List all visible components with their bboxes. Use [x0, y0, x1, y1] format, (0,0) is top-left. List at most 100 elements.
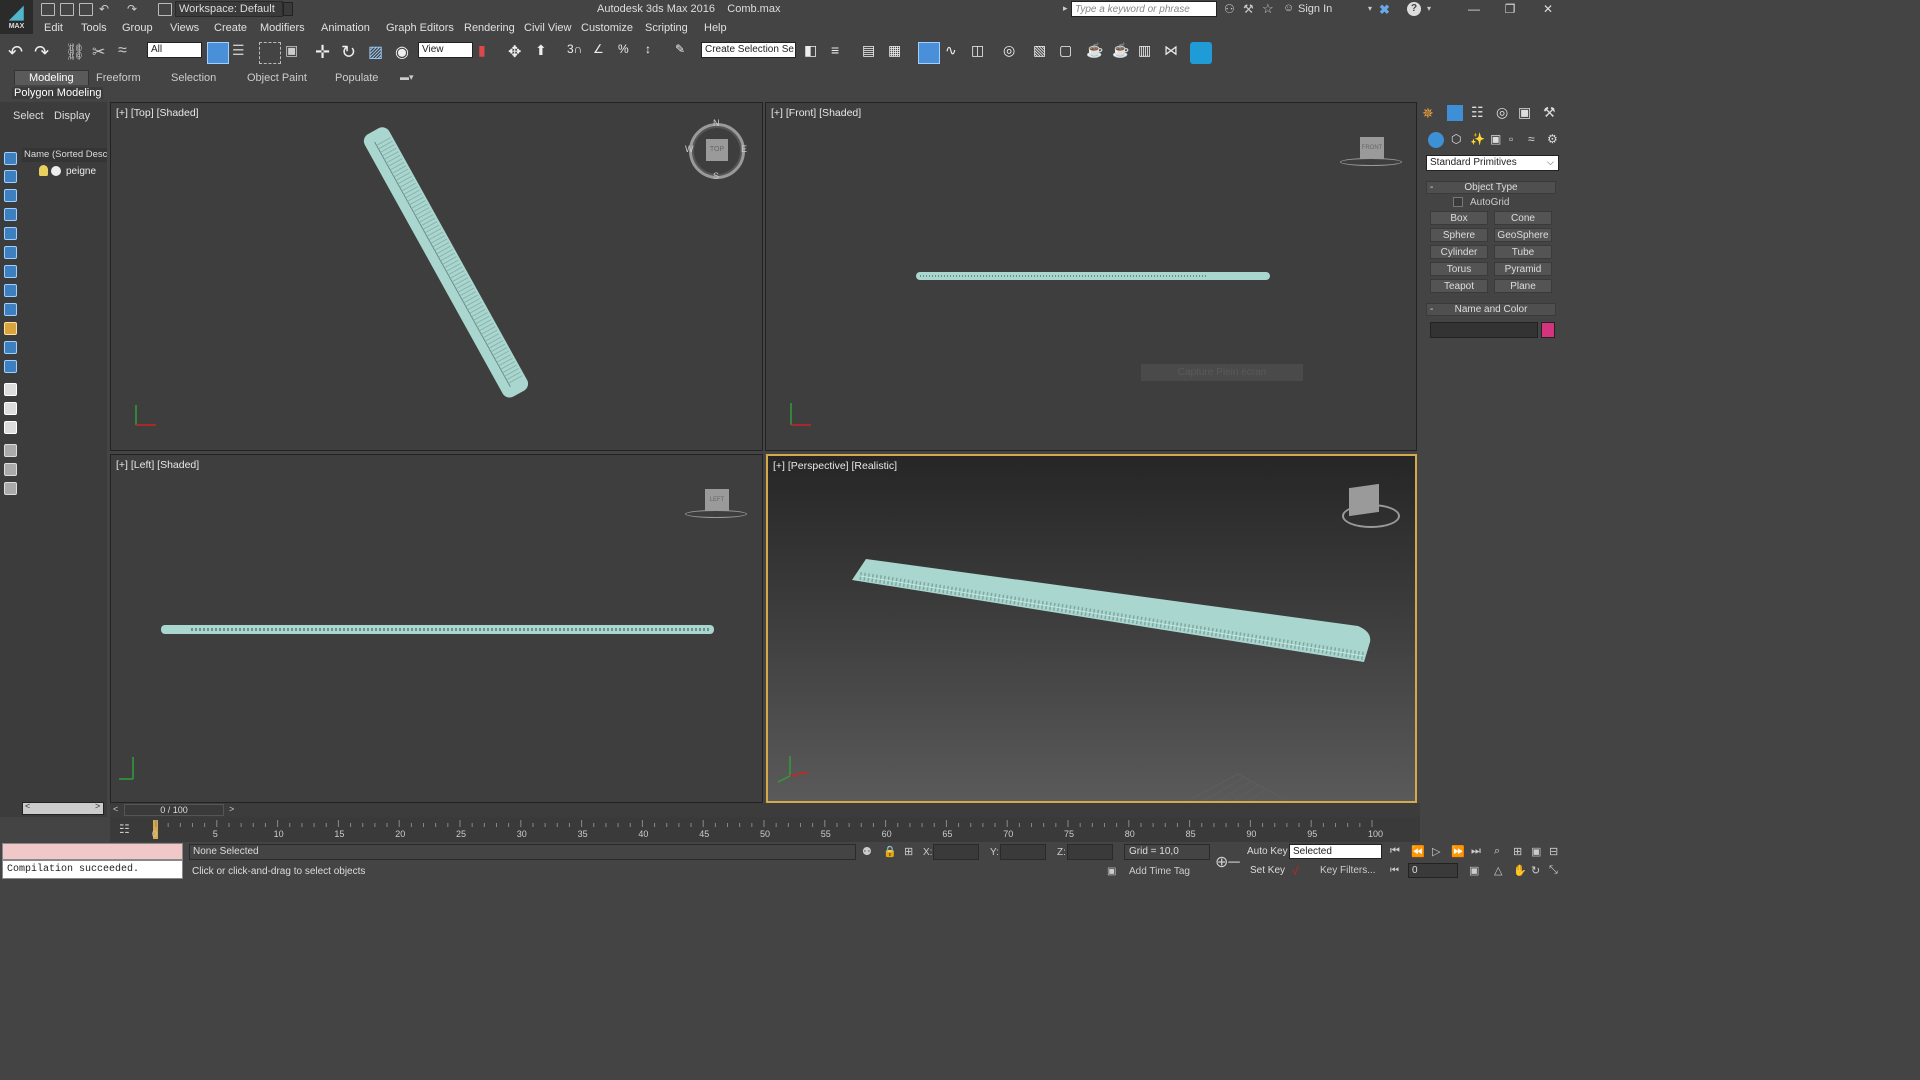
favorites-star-icon[interactable]: ☆ — [1262, 1, 1274, 17]
toggle-ribbon-icon[interactable]: ▦ — [888, 42, 910, 64]
menu-edit[interactable]: Edit — [44, 22, 63, 34]
activeshade-icon[interactable]: ▥ — [1138, 42, 1160, 64]
utilities-panel-icon[interactable]: ⚒ — [1543, 104, 1556, 121]
find-icon[interactable] — [4, 463, 17, 476]
field-of-view-icon[interactable]: △ — [1494, 864, 1502, 877]
search-expand-icon[interactable]: ▸ — [1063, 3, 1068, 14]
scene-explorer-display-menu[interactable]: Display — [54, 110, 90, 122]
viewcube-front[interactable]: FRONT — [1360, 137, 1384, 159]
shapes-category-icon[interactable]: ⬡ — [1451, 132, 1461, 146]
systems-category-icon[interactable]: ⚙ — [1547, 132, 1558, 146]
display-panel-icon[interactable]: ▣ — [1518, 104, 1531, 121]
primitive-sphere-button[interactable]: Sphere — [1430, 228, 1488, 242]
lights-category-icon[interactable]: ✨ — [1470, 132, 1485, 146]
display-geometry-icon[interactable] — [4, 170, 17, 183]
go-to-start-icon[interactable]: ⏮ — [1390, 845, 1400, 858]
ribbon-panel-polygon-modeling[interactable]: Polygon Modeling — [12, 87, 104, 99]
light-bulb-icon[interactable] — [39, 165, 48, 176]
space-warps-category-icon[interactable]: ≈ — [1528, 132, 1535, 146]
menu-views[interactable]: Views — [170, 22, 199, 34]
select-and-scale-icon[interactable]: ▨ — [368, 42, 390, 64]
help-arrow-icon[interactable]: ▾ — [1427, 4, 1431, 13]
maximize-viewport-icon[interactable]: ⤡ — [1549, 864, 1558, 877]
binoculars-icon[interactable]: ⚇ — [1224, 2, 1235, 16]
time-configuration-icon[interactable]: ▣ — [1469, 864, 1479, 877]
ribbon-tab-freeform[interactable]: Freeform — [96, 72, 141, 84]
create-panel-icon[interactable]: ✵ — [1422, 105, 1434, 122]
window-crossing-icon[interactable]: ▣ — [285, 42, 307, 64]
save-file-icon[interactable] — [79, 3, 93, 16]
curve-editor-icon[interactable]: ∿ — [945, 42, 967, 64]
menu-animation[interactable]: Animation — [321, 22, 370, 34]
key-mode-dropdown[interactable]: Selected — [1289, 844, 1382, 859]
minimize-button[interactable]: — — [1456, 0, 1492, 19]
unlink-selection-icon[interactable]: ✂ — [92, 42, 114, 64]
undo-small-icon[interactable]: ↶ — [99, 2, 109, 16]
scene-explorer-toggle-icon[interactable] — [918, 42, 940, 64]
display-space-warps-icon[interactable] — [4, 265, 17, 278]
render-in-cloud-icon[interactable]: ⋈ — [1164, 42, 1186, 64]
named-selection-dropdown[interactable]: Create Selection Se — [701, 42, 796, 58]
render-setup-icon[interactable]: ▧ — [1033, 42, 1055, 64]
maximize-button[interactable]: ❐ — [1492, 0, 1528, 19]
current-frame-field[interactable]: 0 — [1408, 863, 1458, 878]
spinner-snap-icon[interactable]: ↕ — [645, 42, 667, 64]
select-and-move-icon[interactable]: ✛ — [315, 42, 337, 64]
modify-panel-icon[interactable] — [1447, 105, 1463, 121]
ribbon-tab-selection[interactable]: Selection — [171, 72, 216, 84]
angle-snap-icon[interactable]: ∠ — [593, 42, 615, 64]
menu-graph-editors[interactable]: Graph Editors — [386, 22, 454, 34]
display-containers-icon[interactable] — [4, 341, 17, 354]
select-and-place-icon[interactable]: ◉ — [395, 42, 417, 64]
menu-group[interactable]: Group — [122, 22, 153, 34]
display-cameras-icon[interactable] — [4, 227, 17, 240]
mirror-icon[interactable]: ◧ — [804, 42, 826, 64]
viewcube-ring[interactable] — [1340, 158, 1402, 166]
material-editor-icon[interactable]: ◎ — [1003, 42, 1025, 64]
zoom-icon[interactable]: ⌕ — [1494, 845, 1500, 858]
menu-rendering[interactable]: Rendering — [464, 22, 515, 34]
schematic-view-icon[interactable]: ◫ — [971, 42, 993, 64]
rendered-frame-window-icon[interactable]: ▢ — [1059, 42, 1081, 64]
x-coordinate-field[interactable] — [933, 844, 979, 860]
percent-snap-icon[interactable]: % — [618, 42, 640, 64]
display-bones-icon[interactable] — [4, 322, 17, 335]
primitive-plane-button[interactable]: Plane — [1494, 279, 1552, 293]
maxscript-listener-input[interactable] — [2, 843, 183, 860]
object-type-rollout-header[interactable]: Object Type — [1426, 181, 1556, 194]
time-slider-thumb[interactable]: 0 / 100 — [124, 804, 224, 816]
rollout-collapse-icon[interactable]: - — [1430, 304, 1433, 315]
sign-in-arrow-icon[interactable]: ▾ — [1368, 4, 1372, 13]
auto-key-button[interactable]: Auto Key — [1247, 846, 1288, 857]
primitives-category-dropdown[interactable]: Standard Primitives — [1426, 155, 1559, 171]
primitive-tube-button[interactable]: Tube — [1494, 245, 1552, 259]
viewport-left[interactable]: [+] [Left] [Shaded] LEFT — [110, 454, 763, 803]
primitive-cone-button[interactable]: Cone — [1494, 211, 1552, 225]
subscription-icon[interactable]: ⚒ — [1243, 2, 1254, 16]
menu-scripting[interactable]: Scripting — [645, 22, 688, 34]
viewport-perspective[interactable]: [+] [Perspective] [Realistic] — [766, 454, 1417, 803]
scene-explorer-select-menu[interactable]: Select — [13, 110, 44, 122]
reference-coordinate-dropdown[interactable]: View — [418, 42, 473, 58]
display-none-toggle-icon[interactable] — [4, 402, 17, 415]
primitive-pyramid-button[interactable]: Pyramid — [1494, 262, 1552, 276]
close-button[interactable]: ✕ — [1530, 0, 1566, 19]
filter-icon[interactable] — [4, 444, 17, 457]
absolute-mode-transform-icon[interactable]: ⊞ — [904, 845, 913, 858]
render-iterative-icon[interactable]: ☕ — [1112, 42, 1134, 64]
geometry-category-icon[interactable] — [1428, 132, 1444, 148]
key-mode-toggle-icon[interactable]: ⏮ — [1390, 865, 1399, 876]
maxscript-output[interactable]: Compilation succeeded. — [2, 860, 183, 879]
menu-help[interactable]: Help — [704, 22, 727, 34]
primitive-geosphere-button[interactable]: GeoSphere — [1494, 228, 1552, 242]
ribbon-options-icon[interactable]: ▬▾ — [400, 72, 414, 83]
sign-in-button[interactable]: Sign In — [1298, 3, 1332, 15]
viewcube-ring[interactable] — [685, 510, 747, 518]
selection-filter-dropdown[interactable]: All — [147, 42, 202, 58]
scene-explorer-item-peigne[interactable]: peigne — [66, 166, 96, 177]
viewport-top[interactable]: [+] [Top] [Shaded] TOP N S E W — [110, 102, 763, 451]
snaps-toggle-icon[interactable]: 3∩ — [567, 42, 589, 64]
undo-icon[interactable]: ↶ — [8, 42, 30, 64]
viewcube-ring[interactable] — [1342, 504, 1400, 528]
rectangular-selection-icon[interactable] — [259, 42, 281, 64]
